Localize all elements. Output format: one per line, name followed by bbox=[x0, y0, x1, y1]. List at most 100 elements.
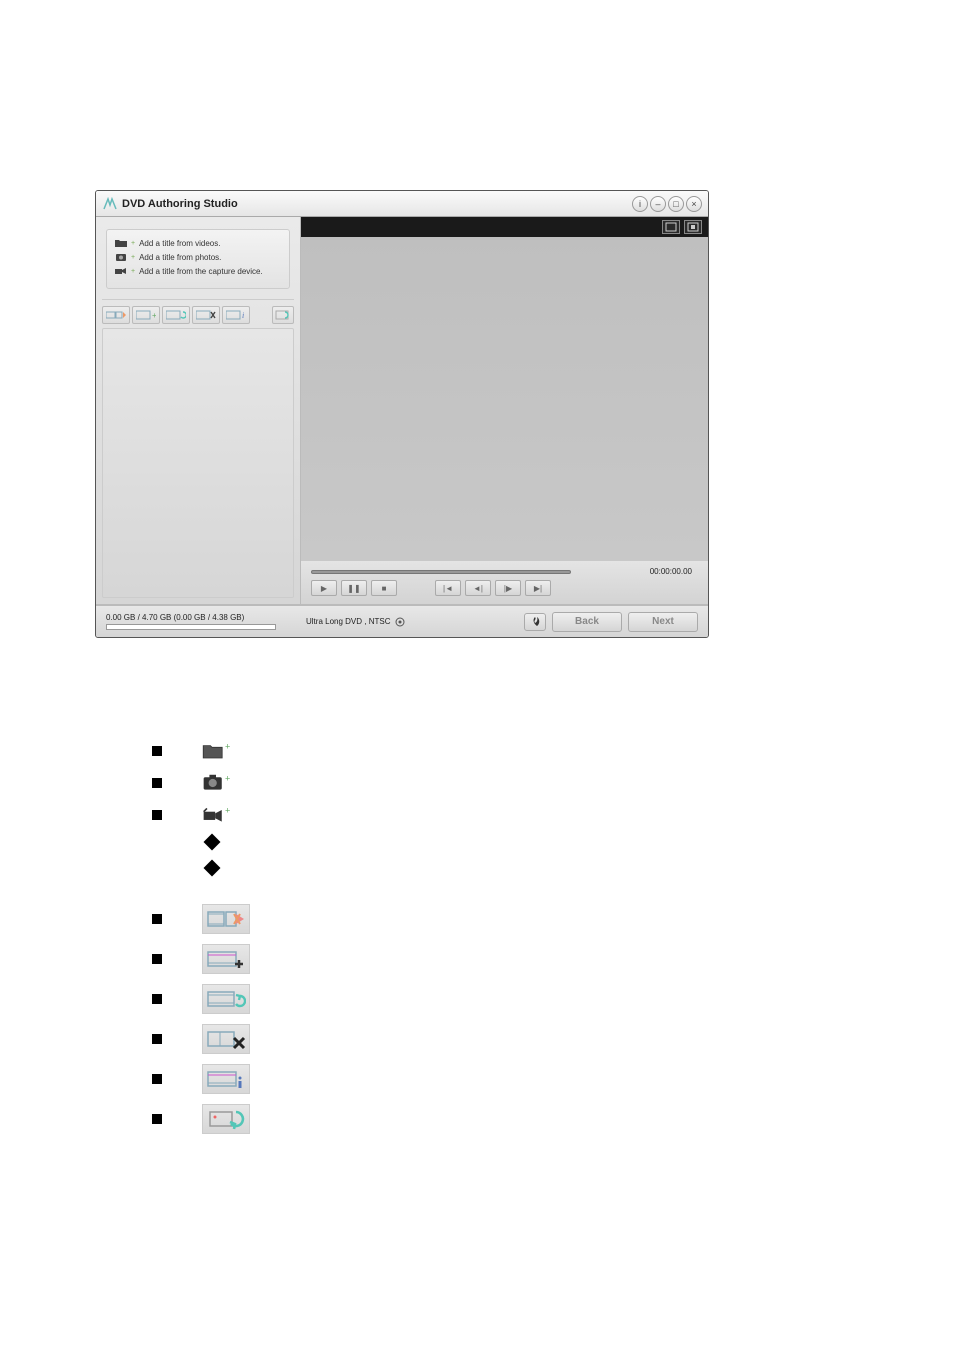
camera-icon bbox=[115, 252, 127, 262]
footer-nav: Back Next bbox=[524, 612, 698, 632]
stop-button[interactable]: ■ bbox=[371, 580, 397, 596]
rotate-title-button[interactable] bbox=[162, 306, 190, 324]
format-label: Ultra Long DVD , NTSC bbox=[306, 617, 390, 626]
bullet-icon bbox=[152, 954, 162, 964]
add-chapter-button[interactable]: + bbox=[132, 306, 160, 324]
list-item bbox=[206, 836, 250, 848]
close-button[interactable]: × bbox=[686, 196, 702, 212]
goto-start-button[interactable]: |◄ bbox=[435, 580, 461, 596]
bullet-icon bbox=[152, 746, 162, 756]
bullet-icon bbox=[152, 1114, 162, 1124]
app-window: DVD Authoring Studio i – □ × + Add a tit… bbox=[95, 190, 709, 638]
back-button[interactable]: Back bbox=[552, 612, 622, 632]
step-back-button[interactable]: ◄| bbox=[465, 580, 491, 596]
timecode: 00:00:00.00 bbox=[638, 567, 698, 576]
camera-plus-icon: + bbox=[202, 772, 230, 794]
info-button[interactable]: i bbox=[632, 196, 648, 212]
list-item bbox=[152, 1064, 250, 1094]
maximize-button[interactable]: □ bbox=[668, 196, 684, 212]
transition-button[interactable] bbox=[272, 306, 294, 324]
left-panel: + Add a title from videos. + Add a title… bbox=[96, 217, 301, 604]
edit-title-icon bbox=[202, 904, 250, 934]
svg-text:+: + bbox=[225, 805, 230, 815]
plus-icon: + bbox=[131, 268, 135, 275]
step-forward-button[interactable]: |▶ bbox=[495, 580, 521, 596]
diamond-bullet-icon bbox=[204, 860, 221, 877]
footer: 0.00 GB / 4.70 GB (0.00 GB / 4.38 GB) Ul… bbox=[96, 605, 708, 637]
capacity-bar bbox=[106, 624, 276, 630]
add-capture-label: Add a title from the capture device. bbox=[139, 267, 263, 276]
list-item: + bbox=[152, 772, 250, 794]
preview-window-button[interactable] bbox=[662, 220, 680, 234]
playback-controls: ▶ ❚❚ ■ |◄ ◄| |▶ ▶| bbox=[311, 580, 698, 596]
rotate-title-icon bbox=[202, 984, 250, 1014]
burn-button[interactable] bbox=[524, 613, 546, 631]
capacity-label: 0.00 GB / 4.70 GB (0.00 GB / 4.38 GB) bbox=[106, 613, 276, 622]
folder-plus-icon: + bbox=[202, 740, 230, 762]
svg-text:+: + bbox=[225, 741, 230, 751]
add-title-from-videos[interactable]: + Add a title from videos. bbox=[115, 238, 281, 248]
plus-icon: + bbox=[131, 254, 135, 261]
list-item: + bbox=[152, 740, 250, 762]
list-item: + bbox=[152, 804, 250, 826]
preview-controls: 00:00:00.00 ▶ ❚❚ ■ |◄ ◄| |▶ ▶| bbox=[301, 561, 708, 604]
svg-text:+: + bbox=[152, 311, 156, 320]
title-info-icon bbox=[202, 1064, 250, 1094]
settings-icon[interactable] bbox=[394, 616, 406, 628]
bullet-icon bbox=[152, 1074, 162, 1084]
pause-button[interactable]: ❚❚ bbox=[341, 580, 367, 596]
list-item bbox=[152, 944, 250, 974]
folder-icon bbox=[115, 238, 127, 248]
bullet-icon bbox=[152, 810, 162, 820]
next-button[interactable]: Next bbox=[628, 612, 698, 632]
bullet-icon bbox=[152, 994, 162, 1004]
camcorder-icon bbox=[115, 266, 127, 276]
list-item bbox=[152, 1024, 250, 1054]
camcorder-plus-icon: + bbox=[202, 804, 230, 826]
svg-text:i: i bbox=[242, 311, 244, 320]
add-chapter-icon bbox=[202, 944, 250, 974]
svg-text:+: + bbox=[225, 773, 230, 783]
app-body: + Add a title from videos. + Add a title… bbox=[96, 217, 708, 605]
back-label: Back bbox=[575, 616, 599, 627]
progress-row: 00:00:00.00 bbox=[311, 567, 698, 576]
titlebar: DVD Authoring Studio i – □ × bbox=[96, 191, 708, 217]
icon-legend-list: + + + bbox=[152, 740, 250, 1144]
app-title: DVD Authoring Studio bbox=[122, 198, 238, 210]
footer-left: 0.00 GB / 4.70 GB (0.00 GB / 4.38 GB) bbox=[106, 613, 276, 630]
footer-format: Ultra Long DVD , NTSC bbox=[306, 616, 406, 628]
window-controls: i – □ × bbox=[632, 196, 702, 212]
title-toolbar: + i bbox=[102, 299, 294, 324]
title-left: DVD Authoring Studio bbox=[102, 197, 238, 211]
preview-area[interactable] bbox=[301, 237, 708, 561]
bullet-icon bbox=[152, 914, 162, 924]
app-logo-icon bbox=[102, 197, 118, 211]
add-title-from-capture[interactable]: + Add a title from the capture device. bbox=[115, 266, 281, 276]
add-photos-label: Add a title from photos. bbox=[139, 253, 221, 262]
title-list-area[interactable] bbox=[102, 328, 294, 598]
preview-header bbox=[301, 217, 708, 237]
list-item bbox=[152, 1104, 250, 1134]
plus-icon: + bbox=[131, 240, 135, 247]
list-item bbox=[152, 984, 250, 1014]
title-info-button[interactable]: i bbox=[222, 306, 250, 324]
list-item bbox=[152, 904, 250, 934]
preview-fullscreen-button[interactable] bbox=[684, 220, 702, 234]
transition-icon bbox=[202, 1104, 250, 1134]
preview-panel: 00:00:00.00 ▶ ❚❚ ■ |◄ ◄| |▶ ▶| bbox=[301, 217, 708, 604]
add-title-from-photos[interactable]: + Add a title from photos. bbox=[115, 252, 281, 262]
progress-slider[interactable] bbox=[311, 570, 571, 574]
add-videos-label: Add a title from videos. bbox=[139, 239, 220, 248]
play-button[interactable]: ▶ bbox=[311, 580, 337, 596]
delete-title-icon bbox=[202, 1024, 250, 1054]
edit-title-button[interactable] bbox=[102, 306, 130, 324]
minimize-button[interactable]: – bbox=[650, 196, 666, 212]
goto-end-button[interactable]: ▶| bbox=[525, 580, 551, 596]
diamond-bullet-icon bbox=[204, 834, 221, 851]
bullet-icon bbox=[152, 778, 162, 788]
next-label: Next bbox=[652, 616, 674, 627]
list-item bbox=[206, 862, 250, 874]
bullet-icon bbox=[152, 1034, 162, 1044]
add-panel: + Add a title from videos. + Add a title… bbox=[106, 229, 290, 289]
delete-title-button[interactable] bbox=[192, 306, 220, 324]
